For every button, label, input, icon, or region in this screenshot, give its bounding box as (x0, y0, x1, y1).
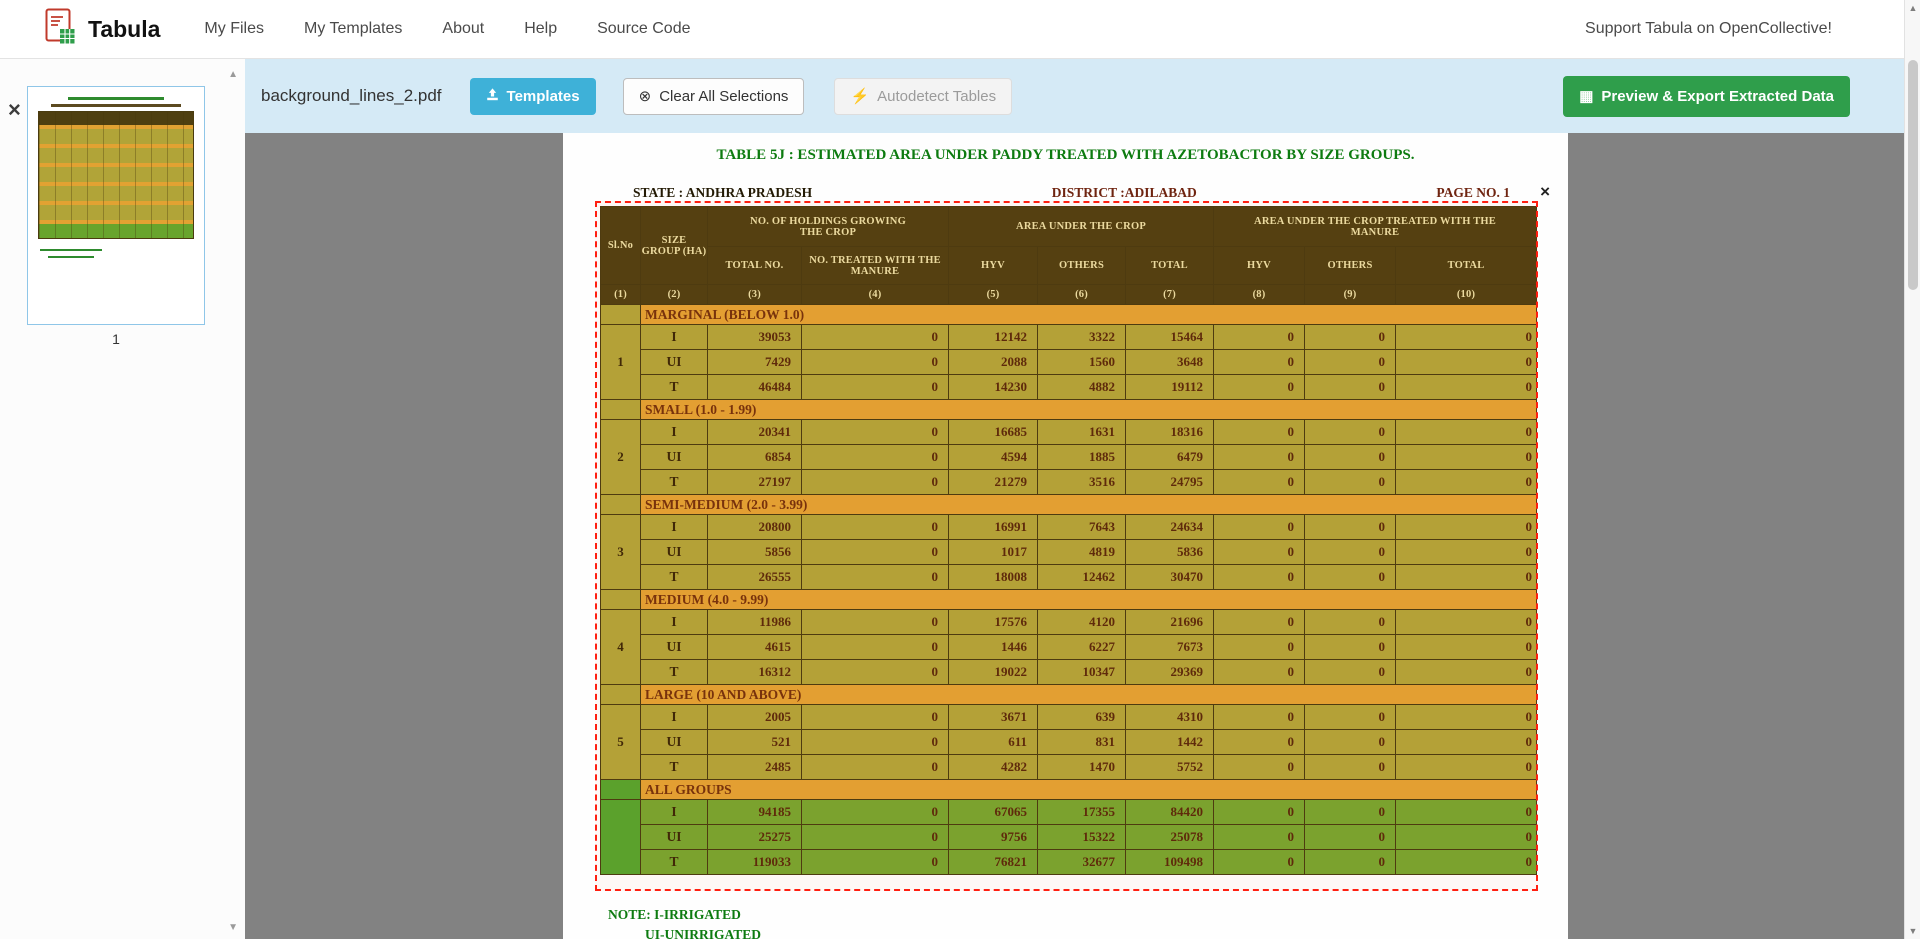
clear-all-selections-label: Clear All Selections (659, 88, 788, 105)
pdf-page[interactable]: TABLE 5J : ESTIMATED AREA UNDER PADDY TR… (563, 133, 1568, 939)
tabula-logo-icon (45, 8, 76, 51)
navbar: Tabula My Files My Templates About Help … (0, 0, 1920, 59)
preview-export-button[interactable]: ▦ Preview & Export Extracted Data (1563, 76, 1850, 117)
thumb-title-line (68, 97, 164, 100)
scrollbar-up-icon[interactable]: ▲ (1905, 3, 1920, 13)
nav-menu: My Files My Templates About Help Source … (204, 20, 690, 38)
workspace: × ▲ (0, 59, 1920, 939)
autodetect-tables-label: Autodetect Tables (877, 88, 996, 105)
document-notes: NOTE: I-IRRIGATED UI-UNIRRIGATED (608, 905, 761, 939)
brand-name: Tabula (88, 16, 160, 43)
nav-item-my-files[interactable]: My Files (204, 20, 264, 38)
vertical-scrollbar[interactable]: ▲ ▼ (1904, 0, 1920, 939)
lightning-icon: ⚡ (850, 89, 869, 104)
document-meta-row: STATE : ANDHRA PRADESH DISTRICT :ADILABA… (633, 185, 1510, 201)
pdf-canvas: TABLE 5J : ESTIMATED AREA UNDER PADDY TR… (245, 133, 1920, 939)
upload-icon (486, 88, 499, 104)
nav-item-source-code[interactable]: Source Code (597, 20, 690, 38)
nav-item-help[interactable]: Help (524, 20, 557, 38)
note-line-1: NOTE: I-IRRIGATED (608, 905, 761, 925)
clear-selections-icon: ⊗ (639, 89, 652, 104)
templates-button-label: Templates (507, 88, 580, 105)
support-link[interactable]: Support Tabula on OpenCollective! (1585, 20, 1832, 38)
brand[interactable]: Tabula (45, 8, 160, 51)
clear-all-selections-button[interactable]: ⊗ Clear All Selections (623, 78, 805, 115)
scrollbar-thumb[interactable] (1908, 60, 1918, 290)
sidebar-scroll-up-icon[interactable]: ▲ (228, 69, 238, 80)
document-title: TABLE 5J : ESTIMATED AREA UNDER PADDY TR… (563, 147, 1568, 164)
remove-file-icon[interactable]: × (8, 99, 21, 121)
document-table-wrap: × Sl.No SIZE GROUP (HA) (600, 206, 1536, 875)
preview-export-label: Preview & Export Extracted Data (1601, 88, 1834, 105)
toolbar: background_lines_2.pdf Templates ⊗ Clear… (245, 59, 1920, 133)
sidebar: × ▲ (0, 59, 245, 939)
thumb-note-line (48, 256, 94, 258)
thumb-note-line (40, 249, 102, 251)
selection-box[interactable]: × (595, 201, 1538, 891)
templates-button[interactable]: Templates (470, 78, 596, 115)
nav-item-about[interactable]: About (442, 20, 484, 38)
selection-close-icon[interactable]: × (1540, 183, 1550, 200)
scrollbar-down-icon[interactable]: ▼ (1905, 926, 1920, 936)
page-no-text: PAGE NO. 1 (1436, 185, 1510, 201)
thumb-meta-line (51, 104, 181, 107)
table-grid-icon: ▦ (1579, 89, 1593, 104)
page-thumbnail-preview (28, 87, 204, 324)
state-text: STATE : ANDHRA PRADESH (633, 185, 812, 201)
nav-item-my-templates[interactable]: My Templates (304, 20, 402, 38)
main-area: background_lines_2.pdf Templates ⊗ Clear… (245, 59, 1920, 939)
page-number-label: 1 (27, 331, 205, 347)
autodetect-tables-button[interactable]: ⚡ Autodetect Tables (834, 78, 1012, 115)
tabula-app: Tabula My Files My Templates About Help … (0, 0, 1920, 939)
thumb-mini-table (38, 111, 194, 239)
sidebar-scroll-down-icon[interactable]: ▼ (228, 922, 238, 933)
district-text: DISTRICT :ADILABAD (1052, 185, 1197, 201)
page-thumbnail[interactable] (27, 86, 205, 325)
open-filename: background_lines_2.pdf (261, 86, 442, 106)
note-line-2: UI-UNIRRIGATED (645, 925, 761, 939)
